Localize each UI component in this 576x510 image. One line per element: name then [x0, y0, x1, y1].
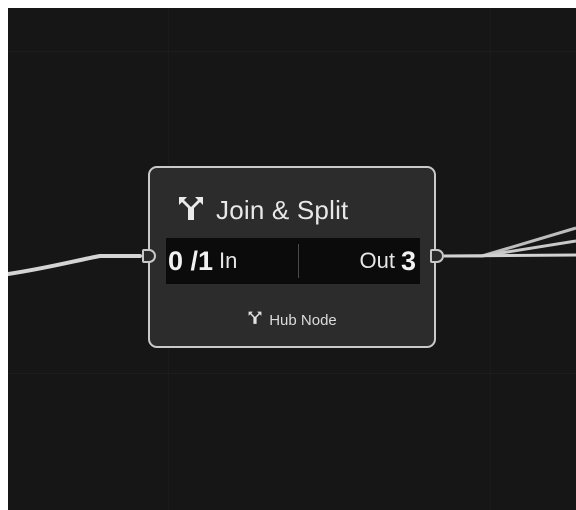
hub-fork-icon [247, 310, 263, 330]
input-port[interactable]: 0 /1 In [168, 238, 243, 284]
hub-fork-icon [176, 194, 206, 227]
node-header[interactable]: Join & Split [176, 194, 348, 227]
node-footer: Hub Node [150, 310, 434, 330]
ports-divider [298, 244, 299, 278]
output-port[interactable]: Out 3 [354, 238, 417, 284]
input-socket[interactable] [142, 249, 156, 263]
output-count: 3 [400, 245, 416, 276]
input-count: 0 /1 [168, 245, 214, 276]
input-wire[interactable] [8, 254, 142, 276]
input-label: In [219, 248, 238, 273]
output-label: Out [359, 248, 395, 273]
node-type-label: Hub Node [269, 311, 337, 329]
graph-canvas[interactable]: Join & Split 0 /1 In Out 3 Hub Node [8, 8, 576, 510]
node-title: Join & Split [216, 195, 349, 225]
output-wire-3[interactable] [443, 253, 576, 258]
ports-row: 0 /1 In Out 3 [166, 238, 420, 284]
output-socket[interactable] [430, 249, 444, 263]
hub-node[interactable]: Join & Split 0 /1 In Out 3 Hub Node [148, 166, 436, 348]
